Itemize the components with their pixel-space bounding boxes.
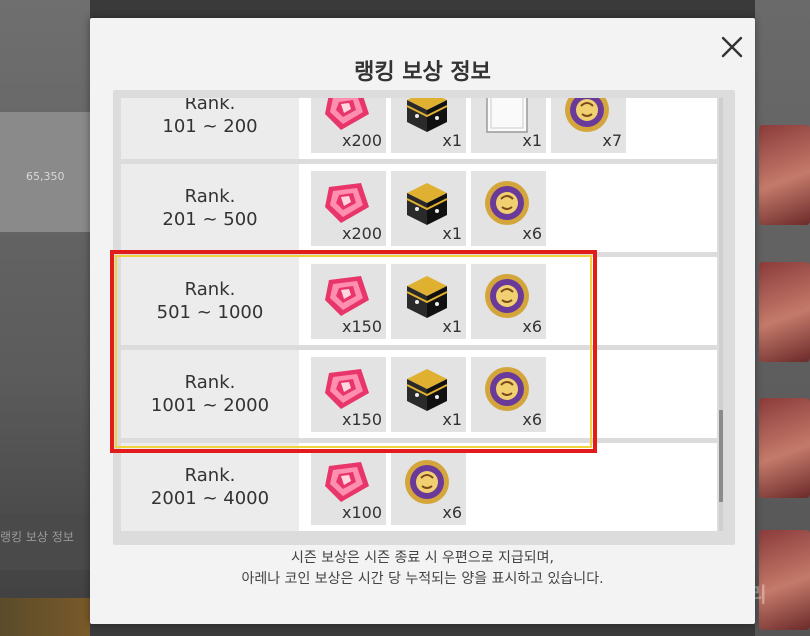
reward-quantity: x1: [442, 410, 462, 429]
reward-item[interactable]: x1: [391, 357, 466, 432]
chest-icon: [406, 183, 448, 225]
reward-quantity: x6: [522, 224, 542, 243]
reward-quantity: x7: [602, 131, 622, 150]
reward-quantity: x1: [442, 131, 462, 150]
rank-label: Rank.: [184, 186, 236, 207]
reward-quantity: x1: [442, 224, 462, 243]
reward-quantity: x6: [442, 503, 462, 522]
background-right-panel: [755, 0, 810, 636]
reward-list-frame: Rank. 101 ~ 200 x200 x1 x1 x7 Rank. 201 ~ 500 x2…: [113, 90, 735, 545]
reward-row: Rank. 201 ~ 500 x200 x1 x6: [121, 164, 717, 252]
coin-icon: [485, 274, 529, 318]
reward-quantity: x200: [341, 224, 382, 243]
rank-range: 501 ~ 1000: [156, 302, 264, 323]
scrollbar-thumb[interactable]: [719, 410, 723, 502]
reward-quantity: x150: [341, 317, 382, 336]
reward-quantity: x1: [442, 317, 462, 336]
rank-label: Rank.: [184, 98, 236, 114]
coin-icon: [485, 367, 529, 411]
reward-item[interactable]: x6: [471, 171, 546, 246]
footer-note-line1: 시즌 보상은 시즌 종료 시 우편으로 지급되며,: [291, 550, 554, 566]
rank-cell: Rank. 101 ~ 200: [121, 98, 299, 159]
chest-icon: [406, 369, 448, 411]
reward-item[interactable]: x150: [311, 264, 386, 339]
reward-quantity: x100: [341, 503, 382, 522]
reward-quantity: x6: [522, 317, 542, 336]
rank-label: Rank.: [184, 372, 236, 393]
reward-row: Rank. 101 ~ 200 x200 x1 x1 x7: [121, 98, 717, 159]
reward-item[interactable]: x6: [391, 450, 466, 525]
scrollbar[interactable]: [719, 98, 723, 531]
rank-label: Rank.: [184, 465, 236, 486]
background-character-card: [759, 262, 810, 362]
reward-item[interactable]: x200: [311, 98, 386, 153]
reward-quantity: x150: [341, 410, 382, 429]
reward-list[interactable]: Rank. 101 ~ 200 x200 x1 x1 x7 Rank. 201 ~ 500 x2…: [121, 98, 717, 531]
rank-range: 2001 ~ 4000: [150, 488, 270, 509]
rank-cell: Rank. 1001 ~ 2000: [121, 350, 299, 438]
reward-item[interactable]: x1: [391, 98, 466, 153]
rank-range: 1001 ~ 2000: [150, 395, 270, 416]
reward-item[interactable]: x150: [311, 357, 386, 432]
reward-item[interactable]: x200: [311, 171, 386, 246]
reward-item[interactable]: x6: [471, 264, 546, 339]
reward-row: Rank. 501 ~ 1000 x150 x1 x6: [121, 257, 717, 345]
reward-quantity: x6: [522, 410, 542, 429]
reward-item[interactable]: x100: [311, 450, 386, 525]
close-icon: [721, 36, 743, 58]
reward-rows: Rank. 101 ~ 200 x200 x1 x1 x7 Rank. 201 ~ 500 x2…: [121, 98, 717, 531]
rank-label: Rank.: [184, 279, 236, 300]
footer-note: 시즌 보상은 시즌 종료 시 우편으로 지급되며, 아레나 코인 보상은 시간 …: [90, 548, 755, 590]
reward-item[interactable]: x6: [471, 357, 546, 432]
rank-range: 201 ~ 500: [162, 209, 258, 230]
rank-cell: Rank. 201 ~ 500: [121, 164, 299, 252]
ranking-reward-modal: 랭킹 보상 정보 Rank. 101 ~ 200 x200 x1 x1 x7 Rank. 20…: [90, 18, 755, 624]
reward-item[interactable]: x1: [391, 264, 466, 339]
background-bottom-bar: [0, 598, 90, 636]
reward-row: Rank. 2001 ~ 4000 x100 x6: [121, 443, 717, 531]
gem-icon: [325, 276, 369, 316]
rank-cell: Rank. 501 ~ 1000: [121, 257, 299, 345]
reward-item[interactable]: x1: [471, 98, 546, 153]
background-character-card: [759, 125, 810, 225]
reward-row: Rank. 1001 ~ 2000 x150 x1 x6: [121, 350, 717, 438]
close-button[interactable]: [718, 33, 746, 61]
gem-icon: [325, 183, 369, 223]
chest-icon: [406, 276, 448, 318]
background-price: 65,350: [26, 170, 65, 183]
background-left-panel: 65,350 랭킹 보상 정보: [0, 0, 90, 636]
reward-item[interactable]: x1: [391, 171, 466, 246]
background-ranking-button: 랭킹 보상 정보: [0, 514, 90, 570]
gem-icon: [325, 462, 369, 502]
gem-icon: [325, 369, 369, 409]
coin-icon: [405, 460, 449, 504]
footer-note-line2: 아레나 코인 보상은 시간 당 누적되는 양을 표시하고 있습니다.: [241, 571, 604, 587]
modal-title: 랭킹 보상 정보: [354, 60, 491, 85]
reward-quantity: x200: [341, 131, 382, 150]
reward-item[interactable]: x7: [551, 98, 626, 153]
rank-cell: Rank. 2001 ~ 4000: [121, 443, 299, 531]
coin-icon: [485, 181, 529, 225]
reward-quantity: x1: [522, 131, 542, 150]
background-character-card: [759, 398, 810, 498]
rank-range: 101 ~ 200: [162, 116, 258, 137]
